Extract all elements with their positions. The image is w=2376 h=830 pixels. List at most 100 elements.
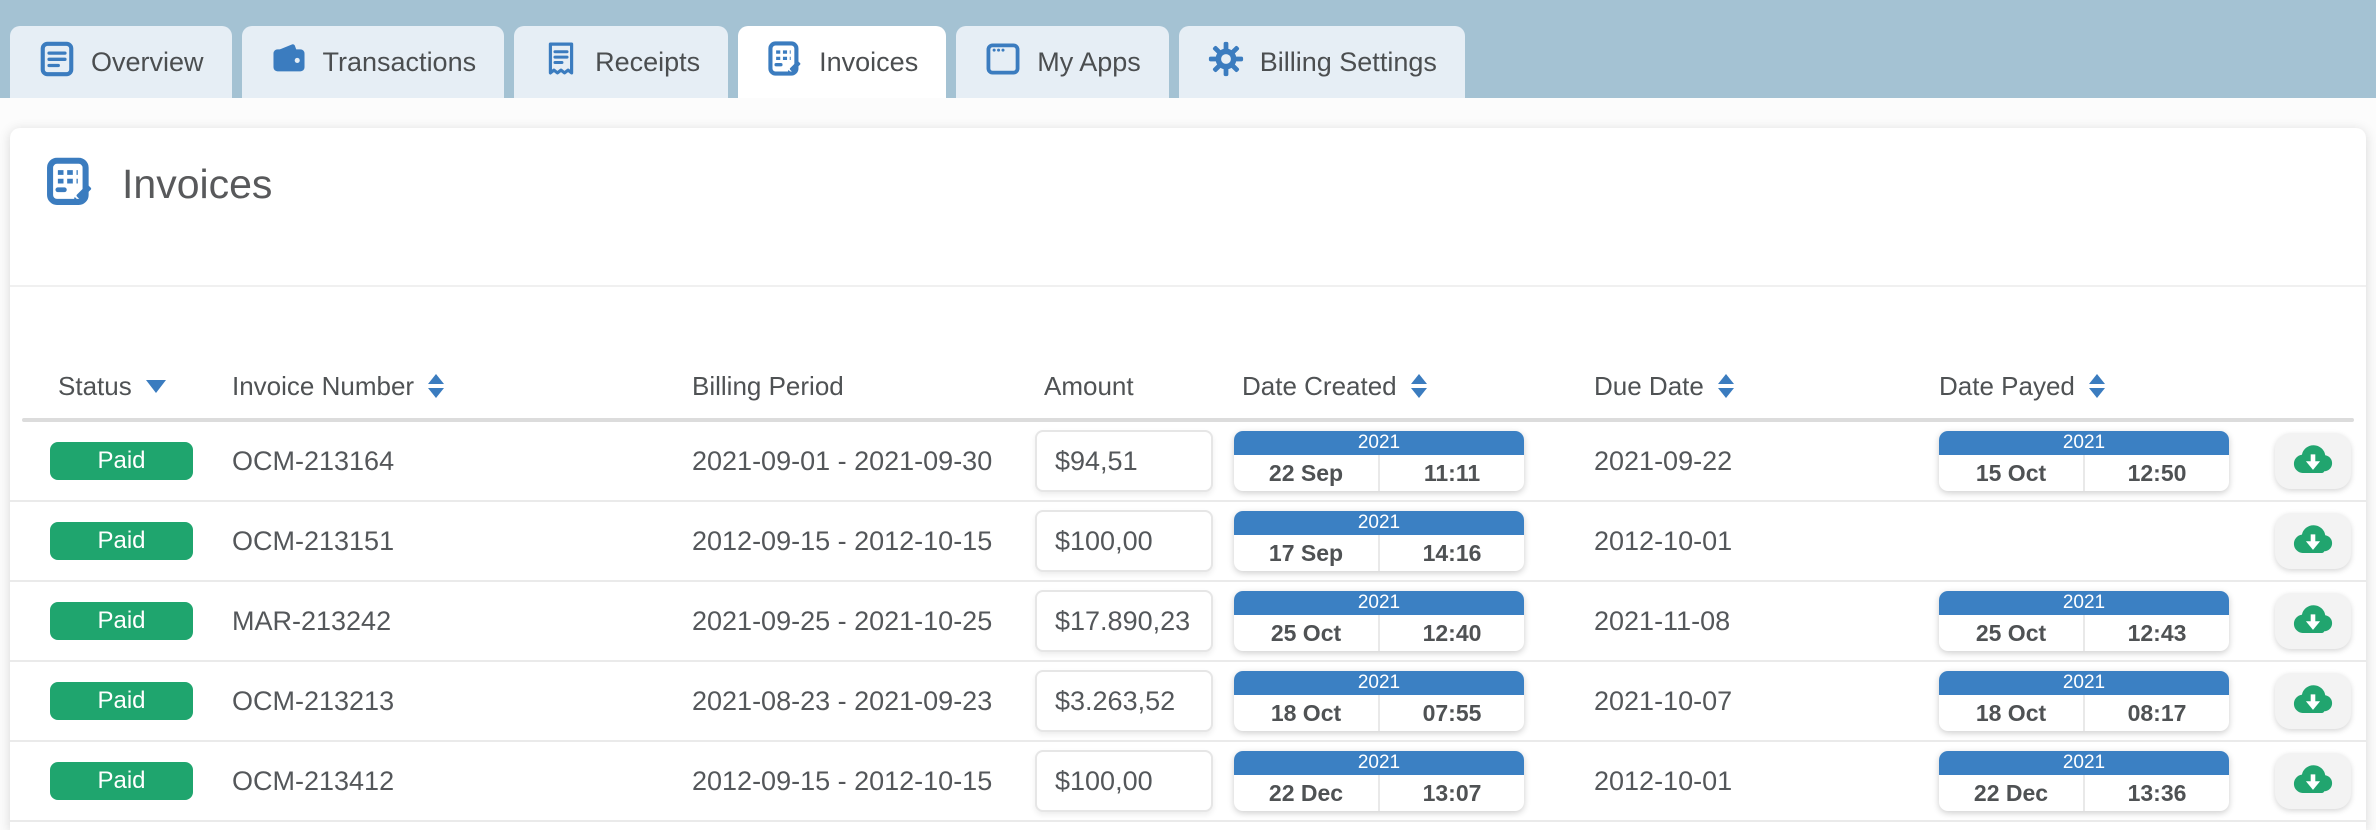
date-badge-time: 12:50 — [2085, 455, 2229, 491]
billing-period-cell: 2012-09-15 - 2012-10-15 — [692, 742, 992, 820]
column-header-date-created[interactable]: Date Created — [1242, 354, 1427, 418]
date-created-cell: 2021 25 Oct 12:40 — [1234, 582, 1524, 660]
tab-label: Transactions — [323, 47, 477, 78]
sort-icon — [428, 374, 444, 398]
invoice-number-cell: OCM-213213 — [232, 662, 394, 740]
status-cell: Paid — [50, 742, 193, 820]
status-cell: Paid — [50, 502, 193, 580]
date-payed-cell: 2021 25 Oct 12:43 — [1939, 582, 2229, 660]
tab-label: Overview — [91, 47, 204, 78]
invoices-panel: Invoices Status Invoice Number Billing P… — [10, 128, 2366, 830]
date-badge-time: 12:43 — [2085, 615, 2229, 651]
date-badge-time: 11:11 — [1380, 455, 1524, 491]
table-row: Paid OCM-213213 2021-08-23 - 2021-09-23 … — [10, 662, 2366, 742]
billing-period-cell: 2021-08-23 - 2021-09-23 — [692, 662, 992, 740]
cloud-download-icon — [2290, 756, 2336, 807]
due-date-cell: 2012-10-01 — [1594, 742, 1732, 820]
amount-cell: $17.890,23 — [1035, 582, 1213, 660]
date-created-badge: 2021 22 Dec 13:07 — [1234, 751, 1524, 811]
cloud-download-icon — [2290, 676, 2336, 727]
sort-desc-icon — [146, 380, 166, 393]
billing-app: Overview Transactions Receipts Invoices — [0, 0, 2376, 830]
date-created-cell: 2021 18 Oct 07:55 — [1234, 662, 1524, 740]
status-cell: Paid — [50, 582, 193, 660]
tab-receipts[interactable]: Receipts — [514, 26, 728, 98]
date-badge-time: 08:17 — [2085, 695, 2229, 731]
billing-period-cell: 2021-09-01 - 2021-09-30 — [692, 422, 992, 500]
table-row: Paid OCM-213164 2021-09-01 - 2021-09-30 … — [10, 422, 2366, 502]
column-header-label: Date Created — [1242, 371, 1397, 402]
page-header: Invoices — [44, 156, 272, 213]
tab-label: Billing Settings — [1260, 47, 1437, 78]
date-badge-year: 2021 — [1939, 591, 2229, 615]
date-payed-cell: 2021 22 Dec 13:36 — [1939, 742, 2229, 820]
column-header-label: Due Date — [1594, 371, 1704, 402]
billing-period: 2021-09-25 - 2021-10-25 — [692, 606, 992, 637]
download-invoice-button[interactable] — [2275, 593, 2351, 649]
download-invoice-button[interactable] — [2275, 753, 2351, 809]
date-badge-year: 2021 — [1939, 671, 2229, 695]
due-date-cell: 2021-09-22 — [1594, 422, 1732, 500]
date-badge-year: 2021 — [1939, 751, 2229, 775]
column-header-invoice-number[interactable]: Invoice Number — [232, 354, 444, 418]
column-header-label: Amount — [1044, 371, 1134, 402]
download-invoice-button[interactable] — [2275, 433, 2351, 489]
table-row: Paid MAR-213242 2021-09-25 - 2021-10-25 … — [10, 582, 2366, 662]
invoice-icon — [766, 40, 804, 85]
due-date: 2021-10-07 — [1594, 686, 1732, 717]
date-badge-year: 2021 — [1234, 431, 1524, 455]
date-badge-date: 18 Oct — [1939, 695, 2085, 731]
tab-billing-settings[interactable]: Billing Settings — [1179, 26, 1465, 98]
tab-invoices[interactable]: Invoices — [738, 26, 946, 98]
tab-transactions[interactable]: Transactions — [242, 26, 505, 98]
invoice-icon — [44, 156, 96, 213]
date-payed-badge: 2021 25 Oct 12:43 — [1939, 591, 2229, 651]
due-date: 2012-10-01 — [1594, 526, 1732, 557]
invoice-number-cell: OCM-213164 — [232, 422, 394, 500]
column-header-label: Status — [58, 371, 132, 402]
download-cell — [2275, 502, 2351, 580]
date-created-cell: 2021 22 Dec 13:07 — [1234, 742, 1524, 820]
tab-bar: Overview Transactions Receipts Invoices — [0, 0, 2376, 98]
date-payed-badge: 2021 15 Oct 12:50 — [1939, 431, 2229, 491]
date-badge-date: 25 Oct — [1234, 615, 1380, 651]
invoice-table-body: Paid OCM-213164 2021-09-01 - 2021-09-30 … — [10, 422, 2366, 822]
download-cell — [2275, 662, 2351, 740]
download-invoice-button[interactable] — [2275, 513, 2351, 569]
date-created-cell: 2021 22 Sep 11:11 — [1234, 422, 1524, 500]
table-row: Paid OCM-213151 2012-09-15 - 2012-10-15 … — [10, 502, 2366, 582]
column-header-date-payed[interactable]: Date Payed — [1939, 354, 2105, 418]
amount-value: $100,00 — [1035, 510, 1213, 572]
date-badge-time: 13:36 — [2085, 775, 2229, 811]
tab-label: Receipts — [595, 47, 700, 78]
sort-icon — [1411, 374, 1427, 398]
tab-my-apps[interactable]: My Apps — [956, 26, 1169, 98]
status-cell: Paid — [50, 422, 193, 500]
download-cell — [2275, 422, 2351, 500]
title-divider — [10, 285, 2366, 287]
date-badge-date: 22 Sep — [1234, 455, 1380, 491]
status-badge: Paid — [50, 762, 193, 800]
download-invoice-button[interactable] — [2275, 673, 2351, 729]
date-badge-year: 2021 — [1234, 751, 1524, 775]
cloud-download-icon — [2290, 596, 2336, 647]
due-date: 2012-10-01 — [1594, 766, 1732, 797]
invoice-number-cell: MAR-213242 — [232, 582, 391, 660]
column-header-label: Date Payed — [1939, 371, 2075, 402]
billing-period: 2012-09-15 - 2012-10-15 — [692, 766, 992, 797]
sort-icon — [1718, 374, 1734, 398]
column-header-status[interactable]: Status — [58, 354, 166, 418]
invoice-number: OCM-213164 — [232, 446, 394, 477]
date-badge-time: 12:40 — [1380, 615, 1524, 651]
tab-overview[interactable]: Overview — [10, 26, 232, 98]
invoice-number: MAR-213242 — [232, 606, 391, 637]
date-payed-cell: 2021 18 Oct 08:17 — [1939, 662, 2229, 740]
column-header-due-date[interactable]: Due Date — [1594, 354, 1734, 418]
status-badge: Paid — [50, 682, 193, 720]
apps-window-icon — [984, 40, 1022, 85]
invoice-number: OCM-213213 — [232, 686, 394, 717]
column-header-label: Billing Period — [692, 371, 844, 402]
wallet-icon — [270, 40, 308, 85]
invoice-number: OCM-213151 — [232, 526, 394, 557]
table-row: Paid OCM-213412 2012-09-15 - 2012-10-15 … — [10, 742, 2366, 822]
